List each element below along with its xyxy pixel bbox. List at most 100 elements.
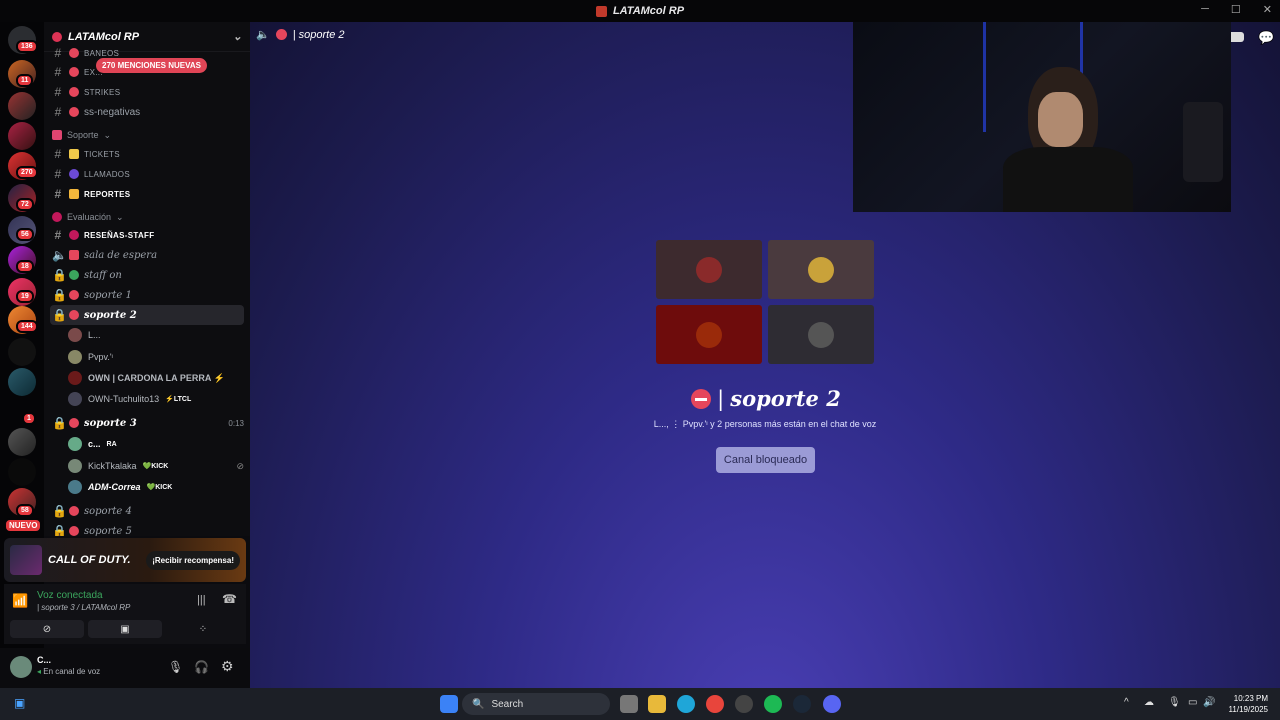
channel-label: LLAMADOS (84, 169, 130, 179)
claim-reward-button[interactable]: ¡Recibir recompensa! (146, 550, 240, 570)
microphone-icon[interactable]: 🎙 (168, 660, 183, 674)
network-icon[interactable]: ▭ (1188, 697, 1197, 708)
text-channel-icon: # (54, 105, 62, 119)
avatar (68, 480, 82, 494)
window-titlebar: LATAMcol RP ─ ☐ ✕ (0, 0, 1280, 22)
channel-extra[interactable]: # EX... (50, 63, 244, 81)
guild-icon[interactable] (8, 338, 36, 366)
channel-staff-on[interactable]: 🔒 staff on (50, 266, 244, 284)
channel-label: EX... (84, 67, 103, 77)
camera-off-button[interactable]: ⊘ (10, 620, 84, 638)
user-name[interactable]: C... (37, 655, 51, 665)
maximize-icon[interactable]: ☐ (1231, 3, 1241, 16)
text-channel-icon: # (54, 228, 62, 242)
promo-brand: CALL OF DUTY. (48, 554, 131, 566)
guild-badge: 56 (16, 228, 34, 241)
channel-soporte-5[interactable]: 🔒 soporte 5 (50, 522, 244, 536)
voice-member[interactable]: OWN | CARDONA LA PERRA ⚡ (68, 369, 244, 387)
category-soporte[interactable]: Soporte ⌄ (50, 126, 244, 144)
voice-status[interactable]: Voz conectada (37, 590, 103, 601)
no-entry-icon (69, 290, 79, 300)
voice-member[interactable]: KickTkalaka 💚KICK ⊘ (68, 457, 244, 475)
noise-suppression-icon[interactable]: ||| (197, 594, 206, 606)
channel-tickets[interactable]: # TICKETS (50, 145, 244, 163)
member-name: OWN-Tuchulito13 (88, 394, 160, 404)
category-evaluacion[interactable]: Evaluación ⌄ (50, 208, 244, 226)
new-badge: NUEVO (4, 518, 43, 533)
promo-banner[interactable]: CALL OF DUTY. ¡Recibir recompensa! (4, 538, 246, 582)
minimize-icon[interactable]: ─ (1201, 3, 1209, 16)
channel-soporte-1[interactable]: 🔒 soporte 1 (50, 286, 244, 304)
chat-icon[interactable]: 💬 (1258, 30, 1274, 46)
channel-soporte-3[interactable]: 🔒 soporte 3 0:13 (50, 414, 244, 432)
member-tag: ⚡LTCL (165, 396, 192, 403)
no-entry-icon (69, 526, 79, 536)
channel-llamados[interactable]: # LLAMADOS (50, 165, 244, 183)
voice-member[interactable]: L... (68, 326, 244, 344)
disconnect-icon[interactable]: ☎ (222, 592, 237, 606)
participant-tile[interactable] (768, 305, 874, 364)
start-icon[interactable] (440, 695, 458, 713)
channel-header: 🔈 | soporte 2 (256, 28, 344, 42)
voice-channel-name[interactable]: | soporte 3 / LATAMcol RP (37, 603, 130, 612)
voice-member[interactable]: c... RA (68, 435, 244, 453)
avatar[interactable] (10, 656, 32, 678)
microphone-arm (1183, 102, 1223, 182)
participant-tile[interactable] (656, 305, 762, 364)
voice-action-buttons: ⊘ ▣ ⁘ (10, 620, 240, 638)
channel-emoji-icon (69, 67, 79, 77)
user-status: ◂ En canal de voz (37, 667, 100, 676)
cloud-icon[interactable]: ☁ (1144, 697, 1154, 708)
file-explorer-icon[interactable] (648, 695, 666, 713)
search-input[interactable]: 🔍 Search (462, 693, 610, 715)
obs-icon[interactable] (735, 695, 753, 713)
signal-icon[interactable]: 📶 (12, 593, 28, 609)
gear-icon[interactable]: ⚙ (221, 658, 234, 675)
category-label: Evaluación (67, 212, 112, 222)
guild-badge: 19 (16, 290, 34, 303)
channel-sala-espera[interactable]: 🔈 sala de espera (50, 246, 244, 264)
channel-resenas-staff[interactable]: # RESEÑAS-STAFF (50, 226, 244, 244)
participant-tile[interactable] (768, 240, 874, 299)
participant-tile[interactable] (656, 240, 762, 299)
clock-time: 10:23 PM (1233, 694, 1268, 703)
system-clock[interactable]: 10:23 PM 11/19/2025 (1229, 693, 1268, 715)
activities-button[interactable]: ⁘ (166, 620, 240, 638)
guild-icon[interactable] (8, 428, 36, 456)
steam-icon[interactable] (793, 695, 811, 713)
volume-icon[interactable]: 🔊 (1203, 697, 1215, 708)
guild-icon[interactable] (8, 368, 36, 396)
lock-icon: 🔒 (52, 288, 67, 302)
voice-member[interactable]: OWN-Tuchulito13 ⚡LTCL (68, 390, 244, 408)
chrome-icon[interactable] (706, 695, 724, 713)
guild-icon[interactable] (8, 122, 36, 150)
webcam-overlay (853, 22, 1231, 212)
channel-label: RESEÑAS-STAFF (84, 230, 155, 240)
chevron-down-icon[interactable]: ⌄ (233, 30, 242, 43)
guild-icon[interactable] (8, 92, 36, 120)
voice-member[interactable]: ADM-Correa 💚KICK (68, 478, 244, 496)
screen-share-button[interactable]: ▣ (88, 620, 162, 638)
guild-badge: 144 (16, 320, 38, 333)
chevron-up-icon[interactable]: ^ (1124, 697, 1129, 708)
close-icon[interactable]: ✕ (1263, 3, 1272, 16)
widget-icon[interactable]: ▣ (14, 696, 25, 710)
task-view-icon[interactable] (620, 695, 638, 713)
text-channel-icon: # (54, 85, 62, 99)
voice-member[interactable]: Pvpv.'ᶦ (68, 348, 244, 366)
edge-icon[interactable] (677, 695, 695, 713)
spotify-icon[interactable] (764, 695, 782, 713)
server-name: LATAMcol RP (68, 30, 140, 43)
channel-soporte-2[interactable]: 🔒 soporte 2 (50, 305, 244, 325)
mic-tray-icon[interactable]: 🎙 (1168, 697, 1181, 708)
headphones-icon[interactable]: 🎧 (194, 660, 209, 674)
guild-icon[interactable] (8, 458, 36, 486)
channel-label: soporte 5 (84, 525, 132, 537)
discord-icon[interactable] (823, 695, 841, 713)
channel-strikes[interactable]: # STRIKES (50, 83, 244, 101)
avatar (68, 437, 82, 451)
channel-reportes[interactable]: # REPORTES (50, 185, 244, 203)
channel-locked-button[interactable]: Canal bloqueado (716, 447, 815, 473)
channel-soporte-4[interactable]: 🔒 soporte 4 (50, 502, 244, 520)
channel-ss-negativas[interactable]: # ss-negativas (50, 103, 244, 121)
